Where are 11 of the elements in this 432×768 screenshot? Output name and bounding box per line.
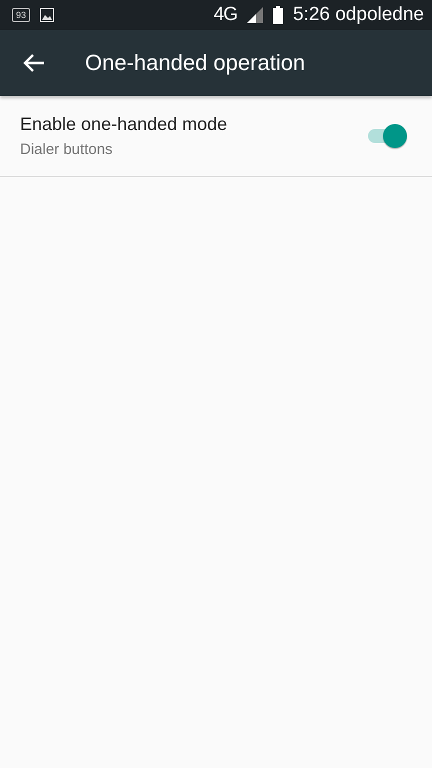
battery-icon <box>272 6 283 24</box>
network-type: 4G <box>214 4 237 26</box>
setting-summary: Dialer buttons <box>20 141 114 158</box>
image-icon <box>40 8 54 22</box>
setting-row[interactable]: Enable one-handed mode Dialer buttons <box>0 96 432 177</box>
setting-title: Enable one-handed mode <box>20 114 228 135</box>
clock: 5:26 odpoledne <box>292 4 424 26</box>
back-arrow-icon <box>23 53 45 73</box>
screen-title: One-handed operation <box>85 50 306 76</box>
signal-icon <box>246 7 263 23</box>
notification-badge: 93 <box>12 8 30 22</box>
